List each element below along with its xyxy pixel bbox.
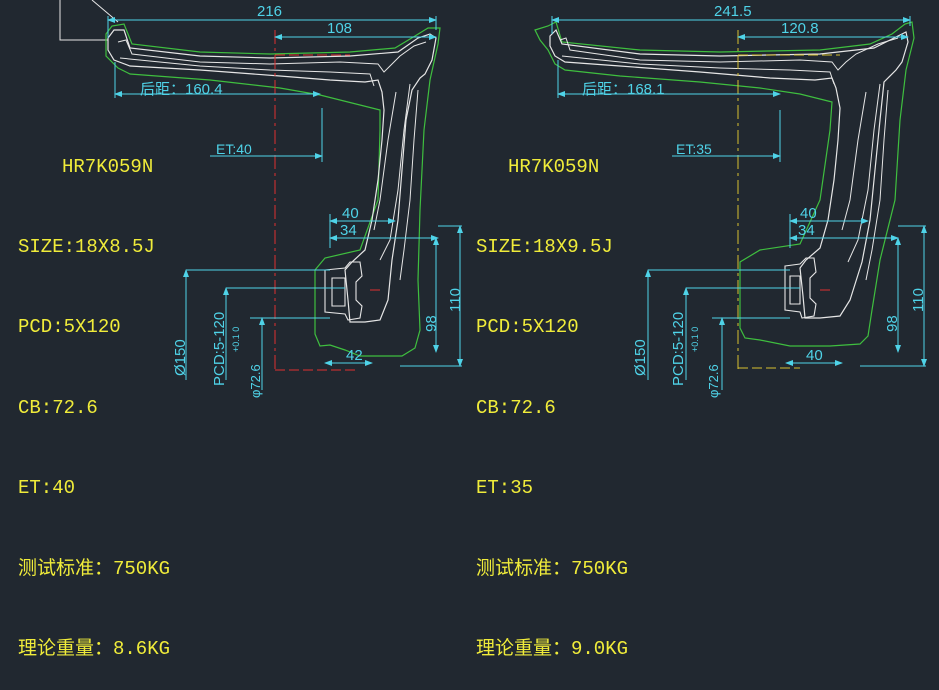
left-dim-pcd: PCD:5-120 (211, 311, 228, 386)
right-dim-98: 98 (884, 315, 901, 332)
right-model: HR7K059N (508, 155, 600, 178)
left-dim-cb-tol: +0.1 0 (231, 326, 241, 352)
left-pcd: PCD:5X120 (18, 316, 121, 339)
right-dim-half-width: 120.8 (781, 20, 819, 37)
right-dim-backspace: 后距：168.1 (582, 81, 665, 98)
left-test-standard: 测试标准：750KG (18, 557, 171, 580)
right-dim-40b: 40 (806, 347, 823, 364)
right-dim-110: 110 (910, 288, 927, 312)
left-model: HR7K059N (62, 155, 154, 178)
right-spec-block: HR7K059N SIZE:18X9.5J PCD:5X120 CB:72.6 … (476, 100, 628, 690)
right-weight: 理论重量：9.0KG (476, 637, 629, 660)
right-dim-pcd: PCD:5-120 (670, 311, 687, 386)
right-dim-cb: φ72.6 (706, 364, 721, 398)
left-dim-et: ET:40 (216, 141, 252, 157)
right-pcd: PCD:5X120 (476, 316, 579, 339)
left-spec-block: HR7K059N SIZE:18X8.5J PCD:5X120 CB:72.6 … (18, 100, 170, 690)
left-dim-98: 98 (423, 315, 440, 332)
right-dim-150: Ø150 (632, 339, 649, 376)
left-et: ET:40 (18, 477, 76, 500)
left-dim-40: 40 (342, 205, 359, 222)
left-hub (324, 261, 363, 321)
cad-drawing: 216 108 后距：160.4 ET:40 40 34 42 110 98 Ø… (0, 0, 939, 660)
right-test-standard: 测试标准：750KG (476, 557, 629, 580)
right-dim-et: ET:35 (676, 141, 712, 157)
left-dim-110: 110 (447, 288, 464, 312)
right-dim-cb-tol: +0.1 0 (690, 326, 700, 352)
left-dim-34: 34 (340, 222, 357, 239)
left-cb: CB:72.6 (18, 396, 98, 419)
left-dim-backspace: 后距：160.4 (140, 81, 223, 98)
left-size: SIZE:18X8.5J (18, 235, 155, 258)
left-dim-width: 216 (257, 3, 283, 20)
right-cb: CB:72.6 (476, 396, 556, 419)
left-weight: 理论重量：8.6KG (18, 637, 171, 660)
left-dim-42: 42 (346, 347, 363, 364)
right-et: ET:35 (476, 477, 534, 500)
right-dim-34: 34 (798, 222, 815, 239)
left-dim-150: Ø150 (172, 339, 189, 376)
right-dim-40: 40 (800, 205, 817, 222)
left-dim-half-width: 108 (327, 20, 353, 37)
right-size: SIZE:18X9.5J (476, 235, 613, 258)
left-dim-cb: φ72.6 (248, 364, 263, 398)
right-dim-width: 241.5 (714, 3, 752, 20)
